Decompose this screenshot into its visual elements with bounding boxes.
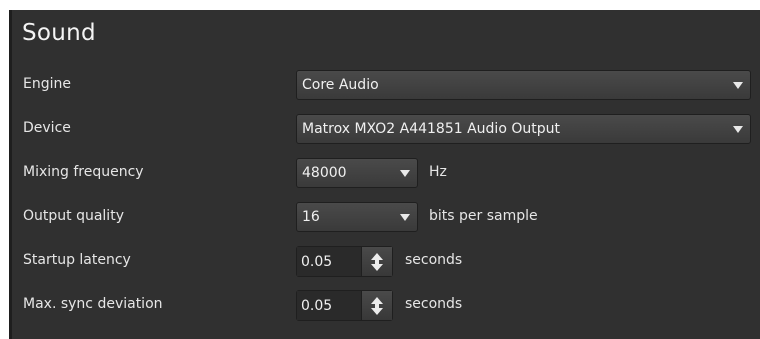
engine-select[interactable]: Core Audio [296, 70, 751, 100]
startup-latency-row: Startup latency seconds [9, 243, 760, 279]
engine-value: Core Audio [302, 77, 379, 93]
mixing-frequency-label: Mixing frequency [23, 164, 144, 180]
device-row: Device Matrox MXO2 A441851 Audio Output [9, 111, 760, 147]
engine-label: Engine [23, 76, 71, 92]
mixing-frequency-unit: Hz [429, 164, 447, 180]
startup-latency-unit: seconds [405, 252, 463, 268]
mixing-frequency-select[interactable]: 48000 [296, 158, 418, 188]
engine-row: Engine Core Audio [9, 67, 760, 103]
device-value: Matrox MXO2 A441851 Audio Output [302, 121, 560, 137]
chevron-down-icon [733, 81, 743, 89]
startup-latency-input[interactable] [297, 247, 361, 276]
output-quality-select[interactable]: 16 [296, 202, 418, 232]
output-quality-value: 16 [302, 209, 320, 225]
max-sync-deviation-stepper[interactable] [361, 291, 392, 320]
up-down-arrows-icon [371, 252, 383, 271]
max-sync-deviation-unit: seconds [405, 296, 463, 312]
output-quality-row: Output quality 16 bits per sample [9, 199, 760, 235]
section-title: Sound [22, 20, 96, 46]
mixing-frequency-value: 48000 [302, 165, 347, 181]
chevron-down-icon [400, 169, 410, 177]
device-select[interactable]: Matrox MXO2 A441851 Audio Output [296, 114, 751, 144]
sound-settings-panel: Sound Engine Core Audio Device Matrox MX… [9, 10, 760, 339]
device-label: Device [23, 120, 71, 136]
mixing-frequency-row: Mixing frequency 48000 Hz [9, 155, 760, 191]
max-sync-deviation-row: Max. sync deviation seconds [9, 287, 760, 323]
max-sync-deviation-label: Max. sync deviation [23, 296, 163, 312]
startup-latency-spinbox [296, 246, 393, 277]
startup-latency-stepper[interactable] [361, 247, 392, 276]
max-sync-deviation-input[interactable] [297, 291, 361, 320]
output-quality-label: Output quality [23, 208, 124, 224]
startup-latency-label: Startup latency [23, 252, 131, 268]
up-down-arrows-icon [371, 296, 383, 315]
output-quality-unit: bits per sample [429, 208, 538, 224]
chevron-down-icon [400, 213, 410, 221]
chevron-down-icon [733, 125, 743, 133]
max-sync-deviation-spinbox [296, 290, 393, 321]
